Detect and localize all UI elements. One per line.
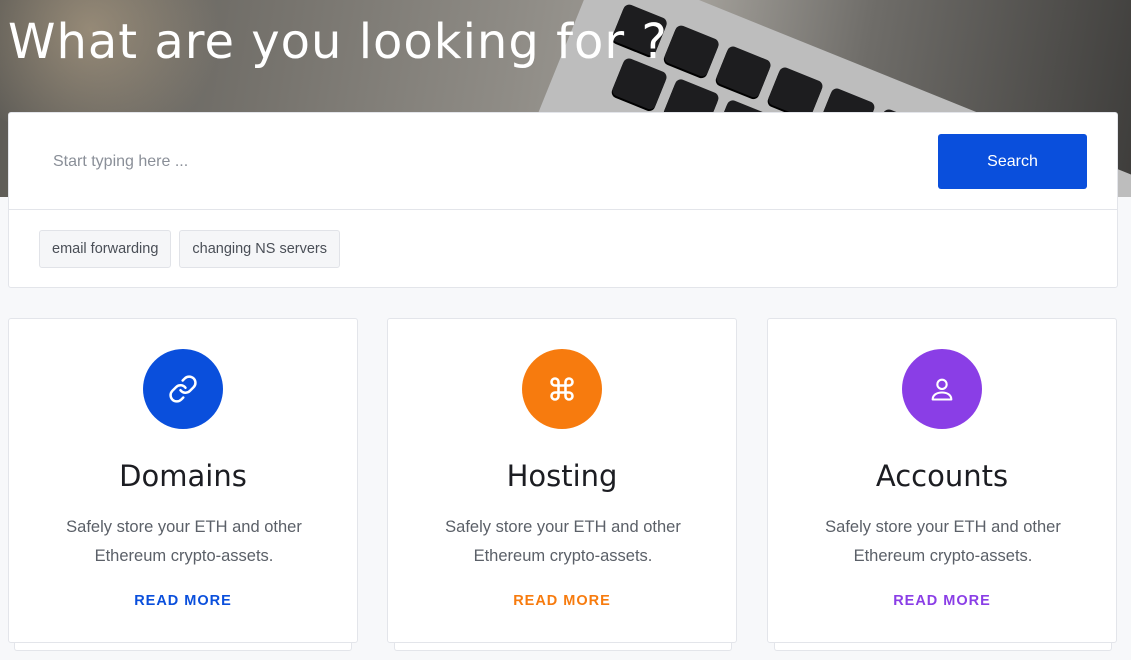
card-accounts: Accounts Safely store your ETH and other… (767, 318, 1117, 643)
command-icon (522, 349, 602, 429)
search-panel: Search email forwarding changing NS serv… (8, 112, 1118, 288)
read-more-link-accounts[interactable]: READ MORE (768, 593, 1116, 609)
user-icon (902, 349, 982, 429)
card-description: Safely store your ETH and other Ethereum… (825, 518, 1061, 565)
page-title: What are you looking for ? (8, 14, 668, 70)
card-hosting: Hosting Safely store your ETH and other … (387, 318, 737, 643)
popular-tags: email forwarding changing NS servers (39, 230, 340, 268)
link-icon (143, 349, 223, 429)
card-title: Domains (119, 459, 247, 493)
card-stack-shadow (394, 643, 732, 651)
card-stack-shadow (774, 643, 1112, 651)
read-more-link-domains[interactable]: READ MORE (9, 593, 357, 609)
read-more-link-hosting[interactable]: READ MORE (388, 593, 736, 609)
card-domains: Domains Safely store your ETH and other … (8, 318, 358, 643)
card-title: Accounts (875, 459, 1009, 493)
tag-email-forwarding[interactable]: email forwarding (39, 230, 172, 268)
card-stack-shadow (14, 643, 352, 651)
card-description: Safely store your ETH and other Ethereum… (66, 518, 302, 565)
card-description: Safely store your ETH and other Ethereum… (445, 518, 681, 565)
search-row: Search (9, 113, 1117, 210)
card-title: Hosting (506, 459, 618, 493)
tag-changing-ns-servers[interactable]: changing NS servers (179, 230, 340, 268)
search-button[interactable]: Search (938, 134, 1087, 189)
search-input[interactable] (39, 135, 919, 189)
